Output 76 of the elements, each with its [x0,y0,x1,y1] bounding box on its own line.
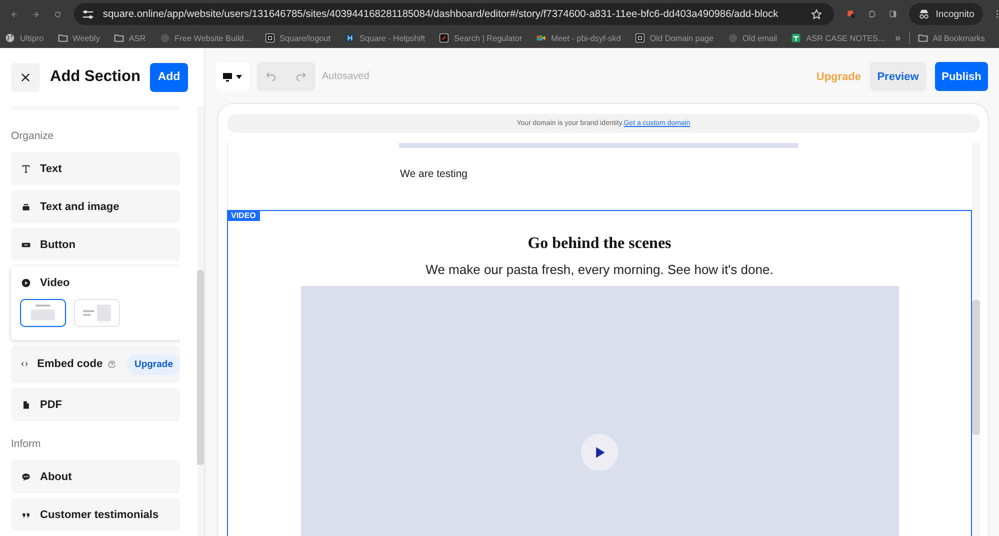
section-heading: Inform [11,437,42,452]
folder-icon [918,33,928,43]
section-option[interactable]: Button [11,228,180,261]
section-option[interactable]: Embed code Upgrade [11,345,180,383]
code-icon [21,359,28,369]
close-button[interactable] [11,62,40,92]
reload-icon[interactable] [54,8,61,20]
text-image-icon [21,202,31,212]
option-label[interactable]: Text [40,162,62,174]
save-status: Autosaved [322,71,370,82]
add-button[interactable]: Add [150,62,188,92]
speech-bubble-icon [21,472,31,482]
close-icon[interactable] [21,72,30,82]
bookmark-item[interactable]: ASR CASE NOTES... [791,33,885,43]
desktop-icon [223,72,243,82]
option-label[interactable]: Customer testimonials [40,508,159,520]
puzzle-icon[interactable] [868,8,876,20]
option-label[interactable]: Text and image [40,200,120,212]
section-option[interactable]: Text and image [11,190,180,223]
section-option[interactable]: Customer testimonials [11,498,180,531]
letter-h-icon [344,33,354,43]
incognito-icon [918,9,930,19]
text-icon [21,164,31,174]
bookmark-item[interactable]: Ultipro [5,33,44,43]
video-section[interactable]: VIDEO Go behind the scenes We make our pasta fresh, every morning. See how it's done. [227,210,972,536]
publish-button[interactable]: Publish [935,62,988,91]
body-text[interactable]: We are testing [400,168,972,180]
regulator-icon [439,33,450,43]
folder-icon [58,33,68,43]
extension-icon[interactable] [846,8,855,20]
address-bar[interactable]: square.online/app/website/users/131646785/sites/403944168281185084/dashboard/editor#/story/f7374600-a831-11ee-bfc6-dd403a490986/add-block [74,3,834,25]
bookmark-item[interactable]: Old Domain page [634,33,714,43]
section-option[interactable]: Text [11,152,180,185]
option-label[interactable]: Embed code [37,358,103,370]
bookmark-item[interactable]: Weebly [58,33,100,43]
bookmark-item[interactable]: Old email [728,33,778,43]
bookmark-item[interactable]: Square - Helpshift [344,33,426,43]
site-settings-icon[interactable] [82,8,94,20]
file-icon [21,400,31,410]
section-heading: Organize [11,129,55,144]
bookmark-star-icon[interactable] [810,8,822,20]
option-label[interactable]: About [40,470,72,482]
preview-button[interactable]: Preview [870,62,926,91]
side-panel-icon[interactable] [888,8,897,20]
scrollbar-thumb[interactable] [972,300,980,435]
option-label[interactable]: Button [40,238,76,250]
section-heading[interactable]: Go behind the scenes [528,235,672,253]
panel-title: Add Section [50,68,142,86]
folder-icon [114,33,124,43]
section-option[interactable]: About [11,460,180,493]
video-call-icon [536,33,546,43]
upgrade-button[interactable]: Upgrade [127,354,180,374]
bookmark-item[interactable]: Square/logout [264,33,330,43]
square-logo-icon [634,33,645,43]
bookmark-item[interactable]: ASR [114,33,146,43]
section-subtitle[interactable]: We make our pasta fresh, every morning. See how it's done. [426,262,774,277]
layout-option[interactable] [20,299,66,327]
section-tag: VIDEO [227,210,260,221]
spreadsheet-icon [791,33,802,43]
play-icon [21,278,31,288]
scrollbar-thumb[interactable] [197,270,204,465]
section-option[interactable]: Video [11,266,180,340]
device-button[interactable] [216,62,250,91]
option-label[interactable]: PDF [40,398,62,410]
bookmark-item[interactable]: Free Website Build... [160,33,251,43]
bookmark-item[interactable]: Search | Regulator [439,33,522,43]
bookmark-item[interactable]: Meet - pbi-dsyf-skd [536,33,621,43]
play-icon[interactable] [580,433,619,472]
more-bookmarks-button[interactable]: » [895,32,901,44]
menu-icon[interactable] [996,8,999,20]
section-option[interactable]: PDF [11,388,180,421]
all-bookmarks-button[interactable]: All Bookmarks [918,33,985,43]
option-label[interactable]: Video [40,276,70,288]
incognito-badge[interactable]: Incognito [908,3,984,25]
help-icon[interactable] [108,358,116,370]
square-logo-icon [264,33,275,43]
